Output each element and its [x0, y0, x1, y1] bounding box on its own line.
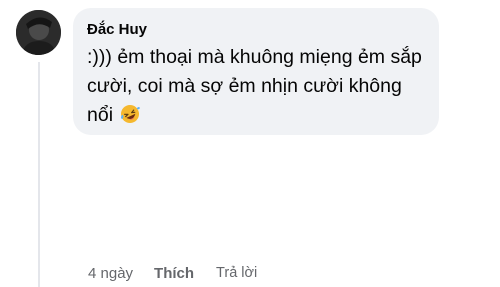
avatar[interactable] [16, 10, 61, 55]
comment-bubble: Đắc Huy :))) ẻm thoại mà khuông miẹng ẻm… [73, 8, 439, 135]
comment-author[interactable]: Đắc Huy [87, 20, 427, 40]
comment-actions: 4 ngày Thích Trả lời [88, 262, 257, 284]
comment-item: Đắc Huy :))) ẻm thoại mà khuông miẹng ẻm… [0, 0, 500, 287]
comment-body: :))) ẻm thoại mà khuông miẹng ẻm sắp cườ… [87, 43, 427, 130]
avatar-image [16, 10, 61, 55]
thread-line [38, 62, 40, 287]
reply-button[interactable]: Trả lời [216, 265, 257, 281]
rolling-on-floor-laughing-icon [120, 104, 141, 124]
comment-timestamp[interactable]: 4 ngày [88, 265, 133, 282]
like-button[interactable]: Thích [154, 265, 194, 282]
